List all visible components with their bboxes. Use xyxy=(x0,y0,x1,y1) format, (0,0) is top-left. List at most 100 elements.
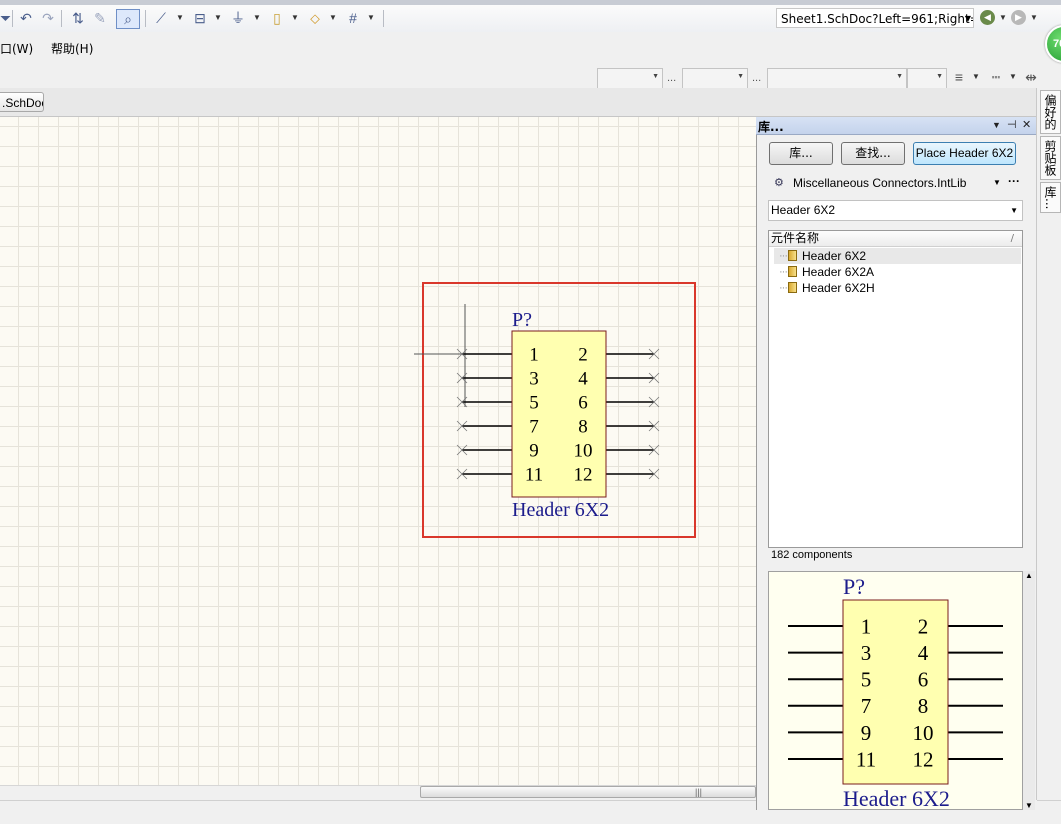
pin-number-right: 12 xyxy=(574,465,593,486)
port-icon[interactable]: ⬦ xyxy=(305,9,325,27)
document-path-field[interactable]: Sheet1.SchDoc?Left=961;Right= ▼ xyxy=(776,8,974,28)
pin-icon[interactable]: ⊣ xyxy=(1007,118,1017,131)
chevron-down-icon[interactable]: ▼ xyxy=(253,9,261,27)
side-tab-libraries[interactable]: 库... xyxy=(1040,182,1061,214)
preview-designator: P? xyxy=(843,574,865,599)
chevron-down-icon[interactable]: ▼ xyxy=(1009,68,1017,86)
close-icon[interactable]: ✕ xyxy=(1022,118,1031,131)
wire-icon[interactable]: ⟋ xyxy=(151,9,171,27)
chevron-down-icon: ▼ xyxy=(737,73,744,80)
toolbar-separator xyxy=(12,10,13,27)
pin-number-right: 4 xyxy=(578,369,588,390)
pin-number-left: 3 xyxy=(529,369,539,390)
pen-icon[interactable]: ✎ xyxy=(92,9,108,27)
preview-comment: Header 6X2 xyxy=(843,786,950,809)
library-panel-title: 库... xyxy=(758,120,784,134)
forward-arrow-icon[interactable]: ▶ xyxy=(1011,10,1026,25)
component-name: Header 6X2 xyxy=(802,249,867,263)
menu-help[interactable]: 帮助(H) xyxy=(51,40,93,57)
libraries-button[interactable]: 库... xyxy=(769,142,833,165)
font-combo[interactable]: ▼ xyxy=(597,68,663,89)
back-arrow-icon[interactable]: ◀ xyxy=(980,10,995,25)
search-button[interactable]: 查找... xyxy=(841,142,905,165)
schematic-drawing: 1 23 45 67 89 1011 12 P? Header 6X2 xyxy=(414,282,696,538)
pin-number-left: 5 xyxy=(529,393,539,414)
chevron-down-icon[interactable]: ▼ xyxy=(214,9,222,27)
cross-probe-icon[interactable]: ⇅ xyxy=(67,9,89,27)
component-list-item[interactable]: ····· Header 6X2 xyxy=(774,248,1021,264)
scrollbar-thumb[interactable] xyxy=(420,786,756,798)
chevron-down-icon[interactable]: ▼ xyxy=(367,9,375,27)
grip-icon: ||| xyxy=(695,787,703,797)
column-header-label: 元件名称 xyxy=(771,231,820,245)
side-tab-favorites[interactable]: 偏好的 xyxy=(1040,90,1061,134)
width-combo[interactable]: ▼ xyxy=(907,68,947,89)
ground-icon[interactable]: ⏚ xyxy=(228,9,248,27)
pin-number-right: 6 xyxy=(578,393,588,414)
align-icon[interactable]: ⇹ xyxy=(1023,68,1039,86)
component-filter-input[interactable]: Header 6X2 ▼ xyxy=(768,200,1023,221)
toolbar-separator xyxy=(145,10,146,27)
side-tab-clipboard[interactable]: 剪贴板 xyxy=(1040,136,1061,180)
toolbar-separator xyxy=(61,10,62,27)
style-combo[interactable]: ▼ xyxy=(767,68,907,89)
pin-number-left: 5 xyxy=(861,668,872,692)
zoom-fit-icon[interactable]: ⌕ xyxy=(116,9,140,29)
panel-menu-icon[interactable]: ▼ xyxy=(992,120,1001,130)
library-select[interactable]: ⚙ Miscellaneous Connectors.IntLib ▼ ··· xyxy=(768,173,1023,193)
more-icon[interactable]: ... xyxy=(752,72,761,84)
library-select-value: Miscellaneous Connectors.IntLib xyxy=(793,176,967,190)
grid-icon[interactable]: # xyxy=(343,9,363,27)
component-comment[interactable]: Header 6X2 xyxy=(512,499,609,521)
more-icon[interactable]: ... xyxy=(667,72,676,84)
schematic-canvas[interactable]: 1 2 3 4 5 6 7 8 9 10 11 12 P? Header 6X2 xyxy=(0,117,756,785)
pin-number-right: 2 xyxy=(578,345,588,366)
component-list-item[interactable]: ····· Header 6X2A xyxy=(774,264,1021,280)
chevron-down-icon[interactable]: ▼ xyxy=(999,9,1007,27)
scroll-up-icon[interactable]: ▲ xyxy=(1025,571,1033,580)
component-icon xyxy=(788,282,797,293)
line-width-icon[interactable]: ≡ xyxy=(950,68,968,86)
pin-number-left: 1 xyxy=(861,614,872,638)
scroll-down-icon[interactable]: ▼ xyxy=(1025,801,1033,810)
preview-drawing: 1 23 45 67 89 1011 12 P? Header 6X2 xyxy=(788,574,1003,809)
preview-scrollbar[interactable]: ▲ ▼ xyxy=(1023,571,1035,810)
document-path-text: Sheet1.SchDoc?Left=961;Right= xyxy=(781,12,974,26)
chevron-down-icon[interactable]: ▼ xyxy=(329,9,337,27)
filter-icon[interactable]: ⏷ xyxy=(0,9,11,27)
bus-icon[interactable]: ⊟ xyxy=(190,9,210,27)
column-header-component-name[interactable]: 元件名称 / xyxy=(769,231,1022,247)
size-combo[interactable]: ▼ xyxy=(682,68,748,89)
pin-number-left: 7 xyxy=(529,417,539,438)
place-component-button[interactable]: Place Header 6X2 xyxy=(913,142,1016,165)
chevron-down-icon[interactable]: ▼ xyxy=(1010,201,1018,220)
undo-icon[interactable]: ↶ xyxy=(18,9,34,27)
pin-number-right: 10 xyxy=(913,721,934,745)
pin-number-right: 4 xyxy=(918,641,929,665)
menu-window[interactable]: 口(W) xyxy=(0,40,33,57)
pin-number-left: 3 xyxy=(861,641,872,665)
chevron-down-icon[interactable]: ▼ xyxy=(291,9,299,27)
pin-number-right: 6 xyxy=(918,668,929,692)
component-list-item[interactable]: ····· Header 6X2H xyxy=(774,280,1021,296)
pin-number-left: 9 xyxy=(861,721,872,745)
more-icon[interactable]: ··· xyxy=(1008,171,1020,191)
pin-number-left: 7 xyxy=(861,694,872,718)
pin-number-right: 8 xyxy=(578,417,588,438)
document-tab[interactable]: .SchDoc xyxy=(0,92,44,112)
chevron-down-icon[interactable]: ▼ xyxy=(993,173,1001,193)
sort-icon: / xyxy=(1010,233,1014,244)
component-name: Header 6X2A xyxy=(802,265,875,279)
line-style-icon[interactable]: ┅ xyxy=(987,68,1005,86)
pin-number-left: 11 xyxy=(856,747,876,771)
chevron-down-icon[interactable]: ▼ xyxy=(972,68,980,86)
part-icon[interactable]: ▯ xyxy=(267,9,287,27)
component-filter-value: Header 6X2 xyxy=(771,203,836,217)
toolbar-separator xyxy=(383,10,384,27)
chevron-down-icon[interactable]: ▼ xyxy=(1030,9,1038,27)
redo-icon[interactable]: ↷ xyxy=(40,9,56,27)
pin-number-left: 11 xyxy=(525,465,543,486)
chevron-down-icon[interactable]: ▼ xyxy=(965,9,971,27)
chevron-down-icon[interactable]: ▼ xyxy=(176,9,184,27)
component-designator[interactable]: P? xyxy=(512,309,532,331)
